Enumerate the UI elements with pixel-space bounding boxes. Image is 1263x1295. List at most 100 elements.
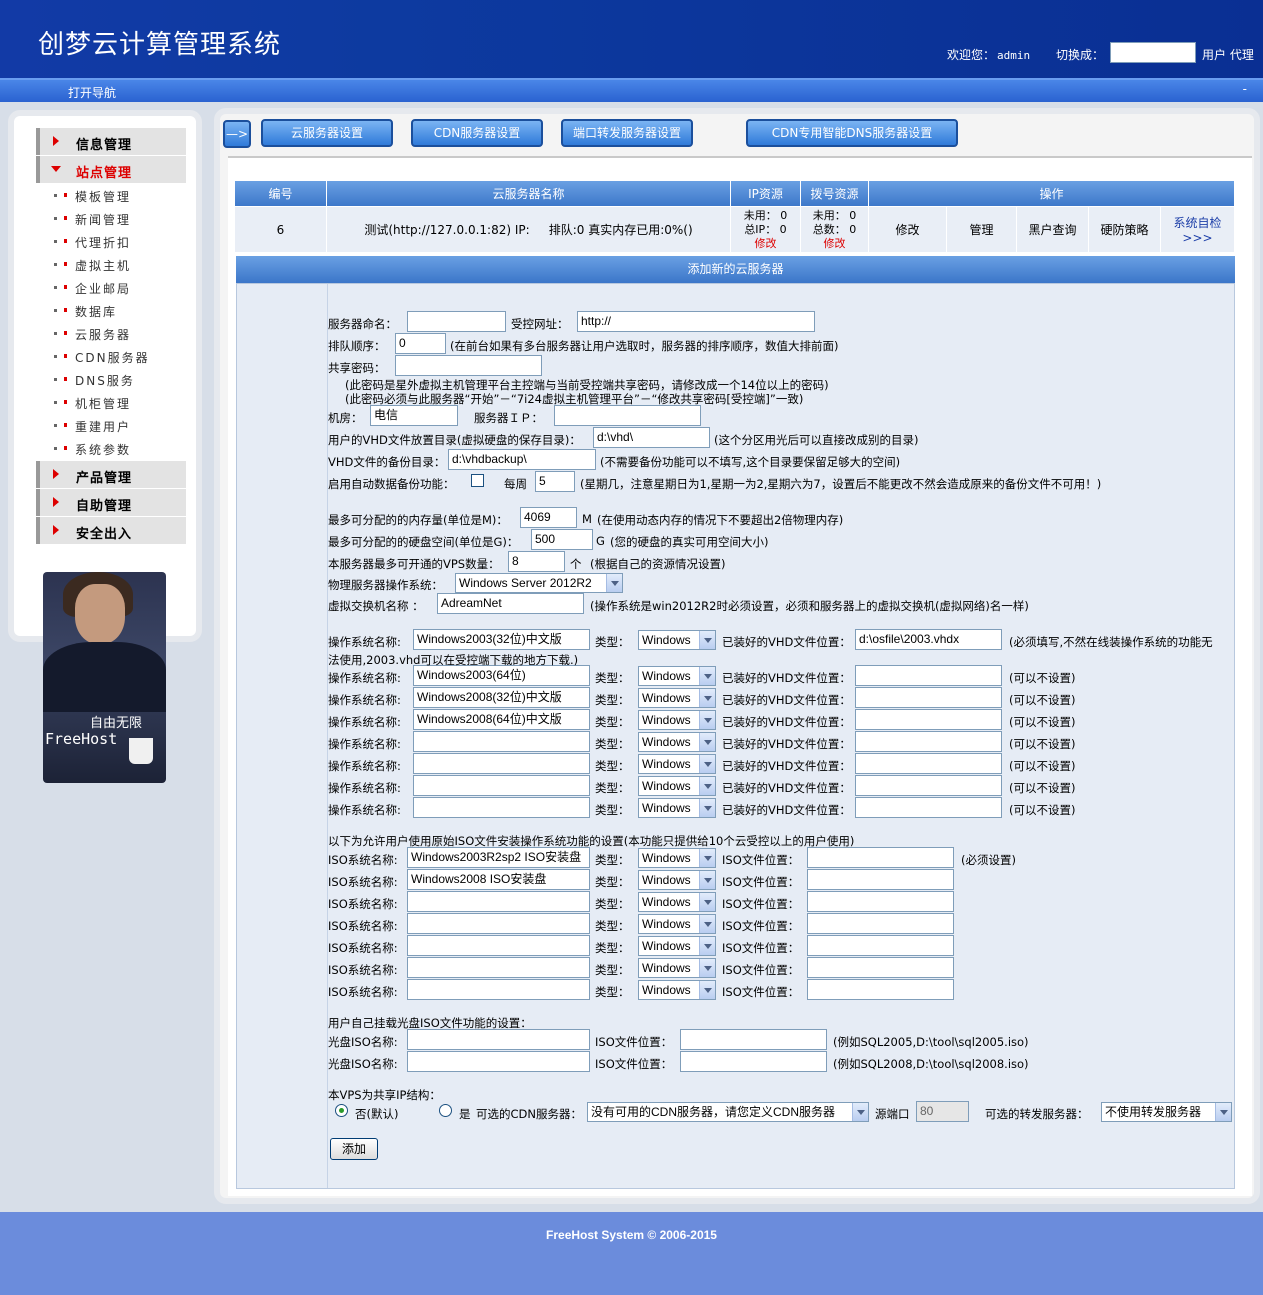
- menu-group-security[interactable]: 安全出入: [36, 517, 186, 544]
- iso-file-input[interactable]: [807, 957, 954, 978]
- server-name-input[interactable]: [407, 311, 506, 332]
- tab-cloud-server[interactable]: 云服务器设置: [261, 119, 393, 147]
- weekday-input[interactable]: 5: [535, 471, 575, 492]
- iso-type-select[interactable]: Windows: [638, 936, 716, 956]
- sidebar-item-cdn[interactable]: CDN服务器: [54, 345, 184, 368]
- room-input[interactable]: 电信: [370, 405, 458, 426]
- iso-name-input[interactable]: [407, 935, 590, 956]
- collapse-button[interactable]: -: [1243, 82, 1247, 96]
- vhd-file-input[interactable]: [855, 797, 1002, 818]
- iso-name-input[interactable]: Windows2008 ISO安装盘: [407, 869, 590, 890]
- ip-edit-link[interactable]: 修改: [731, 237, 800, 251]
- iso-type-select[interactable]: Windows: [638, 958, 716, 978]
- os-name-input[interactable]: Windows2003(64位): [413, 665, 590, 686]
- iso-name-input[interactable]: Windows2003R2sp2 ISO安装盘: [407, 847, 590, 868]
- os-name-input[interactable]: Windows2003(32位)中文版: [413, 629, 590, 650]
- iso-type-select[interactable]: Windows: [638, 870, 716, 890]
- iso-file-input[interactable]: [807, 847, 954, 868]
- iso-file-input[interactable]: [807, 979, 954, 1000]
- vhd-file-input[interactable]: [855, 709, 1002, 730]
- sidebar-item-rebuild[interactable]: 重建用户: [54, 414, 184, 437]
- firewall-link[interactable]: 硬防策略: [1088, 206, 1161, 253]
- iso-type-select[interactable]: Windows: [638, 914, 716, 934]
- menu-group-info[interactable]: 信息管理: [36, 128, 186, 155]
- os-type-select[interactable]: Windows: [638, 754, 716, 774]
- os-name-input[interactable]: Windows2008(64位)中文版: [413, 709, 590, 730]
- menu-group-product[interactable]: 产品管理: [36, 461, 186, 488]
- cd-name-input[interactable]: [407, 1051, 590, 1072]
- vps-count-input[interactable]: 8: [508, 551, 565, 572]
- iso-name-input[interactable]: [407, 913, 590, 934]
- os-type-select[interactable]: Windows: [638, 710, 716, 730]
- order-input[interactable]: 0: [395, 333, 446, 354]
- vhd-file-input[interactable]: [855, 731, 1002, 752]
- switch-input[interactable]: [1110, 42, 1196, 63]
- forward-select[interactable]: 不使用转发服务器: [1101, 1102, 1232, 1122]
- auto-backup-checkbox[interactable]: [471, 474, 484, 487]
- sidebar-item-cloud[interactable]: 云服务器: [54, 322, 184, 345]
- os-name-input[interactable]: [413, 731, 590, 752]
- os-type-select[interactable]: Windows: [638, 732, 716, 752]
- os-type-select[interactable]: Windows: [638, 630, 716, 650]
- cdn-select[interactable]: 没有可用的CDN服务器，请您定义CDN服务器: [587, 1102, 869, 1122]
- switch-options[interactable]: 用户 代理: [1202, 46, 1254, 63]
- iso-type-select[interactable]: Windows: [638, 892, 716, 912]
- shared-ip-yes-radio[interactable]: [439, 1104, 452, 1117]
- os-name-input[interactable]: Windows2008(32位)中文版: [413, 687, 590, 708]
- iso-file-input[interactable]: [807, 935, 954, 956]
- control-url-input[interactable]: http://: [577, 311, 815, 332]
- shared-ip-no-radio[interactable]: [335, 1104, 348, 1117]
- cd-file-input[interactable]: [680, 1029, 827, 1050]
- host-os-select[interactable]: Windows Server 2012R2: [455, 573, 623, 593]
- vhd-file-input[interactable]: [855, 665, 1002, 686]
- sidebar-item-discount[interactable]: 代理折扣: [54, 230, 184, 253]
- cd-file-input[interactable]: [680, 1051, 827, 1072]
- iso-file-input[interactable]: [807, 913, 954, 934]
- edit-link[interactable]: 修改: [868, 206, 947, 253]
- os-type-select[interactable]: Windows: [638, 688, 716, 708]
- sidebar-item-mail[interactable]: 企业邮局: [54, 276, 184, 299]
- iso-name-input[interactable]: [407, 891, 590, 912]
- os-name-input[interactable]: [413, 775, 590, 796]
- vhd-file-input[interactable]: [855, 753, 1002, 774]
- nav-arrow-button[interactable]: —>: [223, 120, 251, 148]
- os-name-input[interactable]: [413, 753, 590, 774]
- iso-file-input[interactable]: [807, 869, 954, 890]
- os-type-select[interactable]: Windows: [638, 776, 716, 796]
- os-name-input[interactable]: [413, 797, 590, 818]
- self-check-link[interactable]: 系统自检>>>: [1160, 206, 1235, 253]
- sidebar-item-database[interactable]: 数据库: [54, 299, 184, 322]
- iso-file-input[interactable]: [807, 891, 954, 912]
- tab-port-forward[interactable]: 端口转发服务器设置: [561, 119, 693, 147]
- os-type-select[interactable]: Windows: [638, 666, 716, 686]
- open-nav-link[interactable]: 打开导航: [68, 84, 116, 101]
- vhd-file-input[interactable]: [855, 687, 1002, 708]
- tab-cdn-server[interactable]: CDN服务器设置: [411, 119, 543, 147]
- iso-name-input[interactable]: [407, 979, 590, 1000]
- tab-cdn-dns[interactable]: CDN专用智能DNS服务器设置: [746, 119, 958, 147]
- cd-name-input[interactable]: [407, 1029, 590, 1050]
- vhd-file-input[interactable]: d:\osfile\2003.vhdx: [855, 629, 1002, 650]
- blacklist-link[interactable]: 黑户查询: [1016, 206, 1089, 253]
- os-type-select[interactable]: Windows: [638, 798, 716, 818]
- menu-group-site[interactable]: 站点管理: [36, 156, 186, 183]
- vswitch-input[interactable]: AdreamNet: [437, 593, 584, 614]
- vhd-file-input[interactable]: [855, 775, 1002, 796]
- sidebar-item-rack[interactable]: 机柜管理: [54, 391, 184, 414]
- src-port-input[interactable]: 80: [916, 1101, 969, 1122]
- backup-dir-input[interactable]: d:\vhdbackup\: [448, 449, 596, 470]
- sidebar-item-templates[interactable]: 模板管理: [54, 184, 184, 207]
- disk-input[interactable]: 500: [531, 529, 593, 550]
- manage-link[interactable]: 管理: [946, 206, 1017, 253]
- sidebar-item-news[interactable]: 新闻管理: [54, 207, 184, 230]
- dial-edit-link[interactable]: 修改: [801, 237, 868, 251]
- vhd-dir-input[interactable]: d:\vhd\: [593, 427, 710, 448]
- add-button[interactable]: 添加: [330, 1138, 378, 1160]
- memory-input[interactable]: 4069: [520, 507, 577, 528]
- menu-group-self[interactable]: 自助管理: [36, 489, 186, 516]
- sidebar-item-dns[interactable]: DNS服务: [54, 368, 184, 391]
- iso-name-input[interactable]: [407, 957, 590, 978]
- iso-type-select[interactable]: Windows: [638, 848, 716, 868]
- secret-input[interactable]: [395, 355, 542, 376]
- iso-type-select[interactable]: Windows: [638, 980, 716, 1000]
